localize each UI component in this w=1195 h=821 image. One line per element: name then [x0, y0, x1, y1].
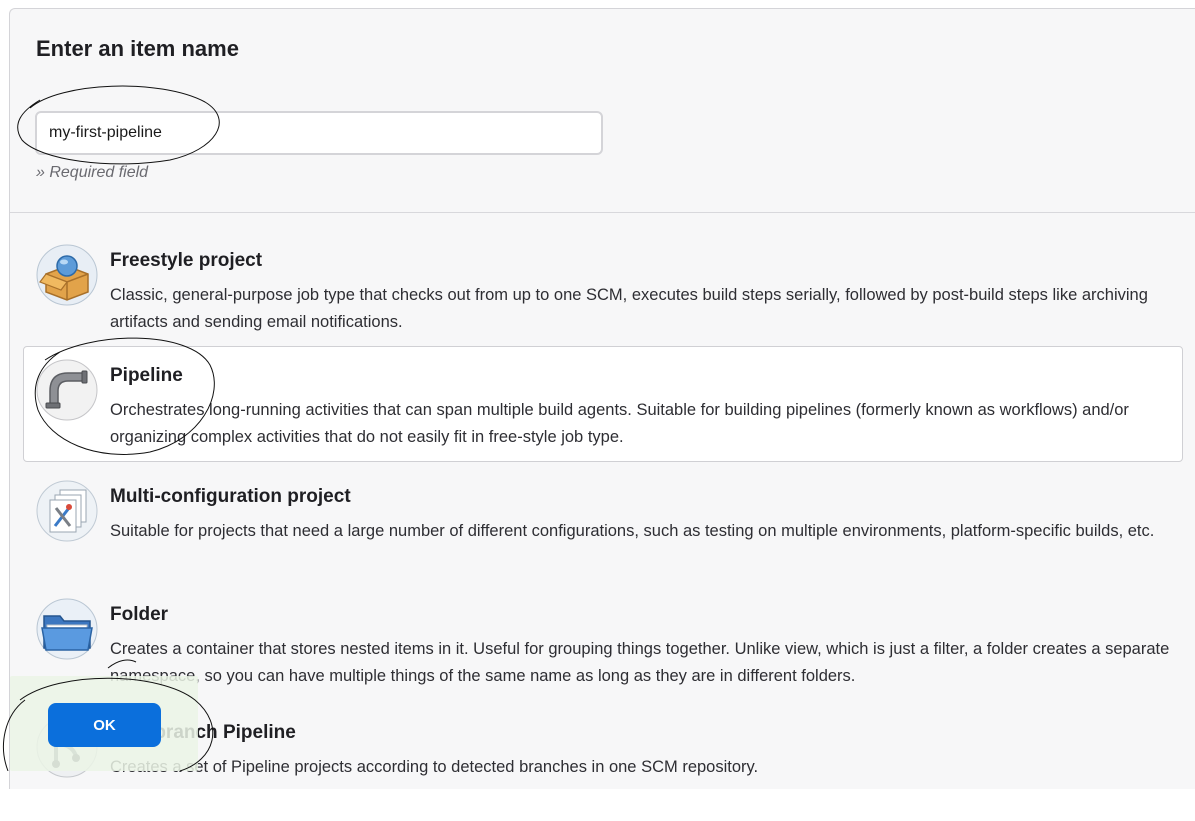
section-divider: [10, 212, 1195, 213]
freestyle-project-icon: [36, 244, 98, 306]
ok-button[interactable]: OK: [48, 703, 161, 747]
item-type-description: Orchestrates long-running activities tha…: [110, 401, 1129, 446]
item-type-title: Freestyle project: [110, 250, 263, 271]
item-type-description: Classic, general-purpose job type that c…: [110, 286, 1148, 331]
item-name-section: Enter an item name » Required field: [10, 9, 1195, 212]
item-type-description: Suitable for projects that need a large …: [110, 522, 1155, 540]
item-type-description: Creates a container that stores nested i…: [110, 640, 1170, 685]
required-field-hint: » Required field: [36, 164, 149, 181]
folder-icon: [36, 598, 98, 660]
item-type-multi-configuration-project[interactable]: Multi-configuration project Suitable for…: [23, 467, 1183, 585]
pipeline-icon: [36, 359, 98, 421]
multi-configuration-icon: [36, 480, 98, 542]
item-type-title: Folder: [110, 604, 169, 625]
item-type-title: Pipeline: [110, 365, 183, 386]
item-type-freestyle-project[interactable]: Freestyle project Classic, general-purpo…: [23, 231, 1183, 349]
new-item-panel: Enter an item name » Required field Free…: [9, 8, 1195, 789]
item-type-title: Multi-configuration project: [110, 486, 351, 507]
page-title: Enter an item name: [36, 36, 239, 61]
item-name-input[interactable]: [35, 111, 603, 155]
item-type-description: Creates a set of Pipeline projects accor…: [110, 758, 759, 776]
item-type-pipeline[interactable]: Pipeline Orchestrates long-running activ…: [23, 346, 1183, 462]
